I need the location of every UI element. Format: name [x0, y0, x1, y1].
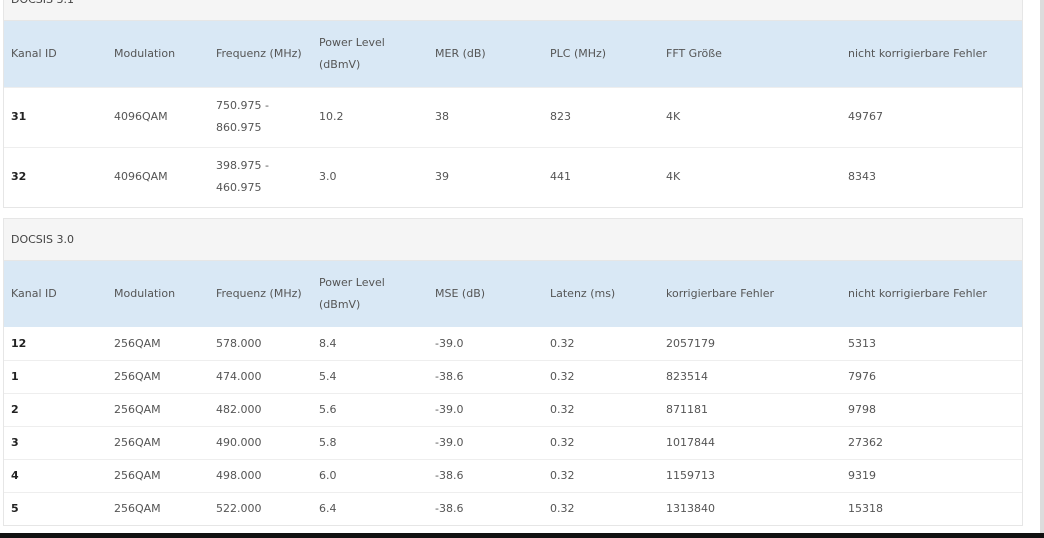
cell-modulation: 256QAM	[107, 458, 209, 492]
cell-nicht-korrigierbare-fehler: 5313	[848, 336, 876, 350]
cell-frequenz: 522.000	[209, 491, 312, 525]
cell-korrigierbare-fehler: 2057179	[666, 336, 715, 350]
cell-latenz: 0.32	[543, 425, 659, 459]
cell-power-level: 3.0	[312, 146, 428, 207]
col-header-frequenz: Frequenz (MHz)	[216, 46, 302, 60]
col-header-kanal-id: Kanal ID	[11, 287, 57, 300]
cell-power-level: 10.2	[312, 86, 428, 147]
docsis31-panel: DOCSIS 3.1 Kanal ID Modulation Frequenz …	[3, 0, 1023, 208]
cell-kanal-id: 3	[4, 425, 107, 459]
col-header-korrigierbare-fehler: korrigierbare Fehler	[666, 287, 775, 300]
col-header-plc: PLC (MHz)	[550, 46, 607, 60]
cell-mer: 39	[428, 146, 543, 207]
docsis30-header-row: Kanal ID Modulation Frequenz (MHz) Power…	[4, 261, 1022, 327]
cell-nicht-korrigierbare-fehler: 27362	[841, 425, 1022, 459]
col-header-nicht-korrigierbare-fehler: nicht korrigierbare Fehler	[848, 46, 987, 60]
cell-korrigierbare-fehler: 1313840	[659, 491, 841, 525]
col-header-fft-groesse: FFT Größe	[666, 46, 722, 60]
cell-nicht-korrigierbare-fehler: 9319	[841, 458, 1022, 492]
col-header-mer: MER (dB)	[435, 46, 486, 60]
cell-kanal-id: 2	[4, 392, 107, 426]
docsis30-table: Kanal ID Modulation Frequenz (MHz) Power…	[4, 261, 1022, 525]
cell-frequenz: 498.000	[209, 458, 312, 492]
cell-modulation: 256QAM	[114, 336, 161, 350]
cell-frequenz: 474.000	[209, 359, 312, 393]
cell-nicht-korrigierbare-fehler: 7976	[841, 359, 1022, 393]
docsis31-header-row: Kanal ID Modulation Frequenz (MHz) Power…	[4, 21, 1022, 87]
col-header-kanal-id: Kanal ID	[11, 46, 57, 60]
table-row: 2 256QAM 482.000 5.6 -39.0 0.32 871181 9…	[4, 392, 1022, 426]
cell-latenz: 0.32	[550, 336, 575, 350]
table-row: 3 256QAM 490.000 5.8 -39.0 0.32 1017844 …	[4, 425, 1022, 459]
docsis31-panel-title: DOCSIS 3.1	[4, 0, 1022, 21]
table-row: 31 4096QAM 750.975 - 860.975 10.2 38 823…	[4, 86, 1022, 147]
cell-latenz: 0.32	[543, 458, 659, 492]
cell-plc: 441	[543, 146, 659, 207]
cell-nicht-korrigierbare-fehler: 8343	[841, 146, 1022, 207]
cell-korrigierbare-fehler: 1017844	[659, 425, 841, 459]
table-row: 5 256QAM 522.000 6.4 -38.6 0.32 1313840 …	[4, 491, 1022, 525]
cell-kanal-id: 32	[4, 146, 107, 207]
cell-kanal-id: 4	[4, 458, 107, 492]
cell-frequenz: 398.975 - 460.975	[209, 146, 312, 207]
taskbar-edge	[0, 533, 1044, 538]
cell-modulation: 256QAM	[107, 359, 209, 393]
cell-nicht-korrigierbare-fehler: 9798	[841, 392, 1022, 426]
cell-korrigierbare-fehler: 823514	[659, 359, 841, 393]
cell-modulation: 256QAM	[107, 425, 209, 459]
cell-korrigierbare-fehler: 871181	[659, 392, 841, 426]
cell-mse: -38.6	[428, 458, 543, 492]
cell-power-level: 6.0	[312, 458, 428, 492]
table-row: 1 256QAM 474.000 5.4 -38.6 0.32 823514 7…	[4, 359, 1022, 393]
table-row: 4 256QAM 498.000 6.0 -38.6 0.32 1159713 …	[4, 458, 1022, 492]
col-header-modulation: Modulation	[114, 287, 176, 300]
cell-mse: -38.6	[428, 491, 543, 525]
cell-fft-groesse: 4K	[659, 86, 841, 147]
cell-latenz: 0.32	[543, 359, 659, 393]
cell-kanal-id: 1	[4, 359, 107, 393]
cell-fft-groesse: 4K	[659, 146, 841, 207]
cell-frequenz: 482.000	[209, 392, 312, 426]
docsis30-panel: DOCSIS 3.0 Kanal ID Modulation Frequenz …	[3, 218, 1023, 526]
docsis30-panel-title: DOCSIS 3.0	[4, 219, 1022, 261]
cell-mer: 38	[428, 86, 543, 147]
cell-korrigierbare-fehler: 1159713	[659, 458, 841, 492]
cell-mse: -39.0	[435, 336, 464, 350]
cell-kanal-id: 5	[4, 491, 107, 525]
table-row: 32 4096QAM 398.975 - 460.975 3.0 39 441 …	[4, 146, 1022, 207]
cell-latenz: 0.32	[543, 392, 659, 426]
docsis31-table: Kanal ID Modulation Frequenz (MHz) Power…	[4, 21, 1022, 207]
table-row: 12 256QAM 578.000 8.4 -39.0 0.32 2057179…	[4, 327, 1022, 360]
cell-modulation: 256QAM	[107, 392, 209, 426]
viewport: DOCSIS 3.1 Kanal ID Modulation Frequenz …	[0, 0, 1044, 538]
cell-power-level: 8.4	[319, 336, 337, 350]
cell-kanal-id: 31	[4, 86, 107, 147]
col-header-power-level: Power Level (dBmV)	[319, 35, 385, 71]
cell-nicht-korrigierbare-fehler: 15318	[841, 491, 1022, 525]
cell-power-level: 5.8	[312, 425, 428, 459]
col-header-latenz: Latenz (ms)	[550, 287, 616, 300]
cell-frequenz: 490.000	[209, 425, 312, 459]
cell-frequenz: 578.000	[216, 336, 262, 350]
cell-modulation: 256QAM	[107, 491, 209, 525]
cell-plc: 823	[543, 86, 659, 147]
col-header-modulation: Modulation	[114, 46, 176, 60]
cell-mse: -39.0	[428, 392, 543, 426]
col-header-nicht-korrigierbare-fehler: nicht korrigierbare Fehler	[848, 287, 987, 300]
cell-latenz: 0.32	[543, 491, 659, 525]
cell-frequenz: 750.975 - 860.975	[209, 86, 312, 147]
cell-power-level: 5.6	[312, 392, 428, 426]
cell-power-level: 6.4	[312, 491, 428, 525]
cell-modulation: 4096QAM	[107, 146, 209, 207]
cell-mse: -38.6	[428, 359, 543, 393]
window-right-edge	[1040, 0, 1044, 538]
col-header-power-level: Power Level (dBmV)	[319, 276, 385, 311]
cell-kanal-id: 12	[11, 336, 27, 350]
cell-mse: -39.0	[428, 425, 543, 459]
cell-modulation: 4096QAM	[107, 86, 209, 147]
cell-power-level: 5.4	[312, 359, 428, 393]
col-header-mse: MSE (dB)	[435, 287, 486, 300]
col-header-frequenz: Frequenz (MHz)	[216, 287, 302, 300]
cell-nicht-korrigierbare-fehler: 49767	[841, 86, 1022, 147]
